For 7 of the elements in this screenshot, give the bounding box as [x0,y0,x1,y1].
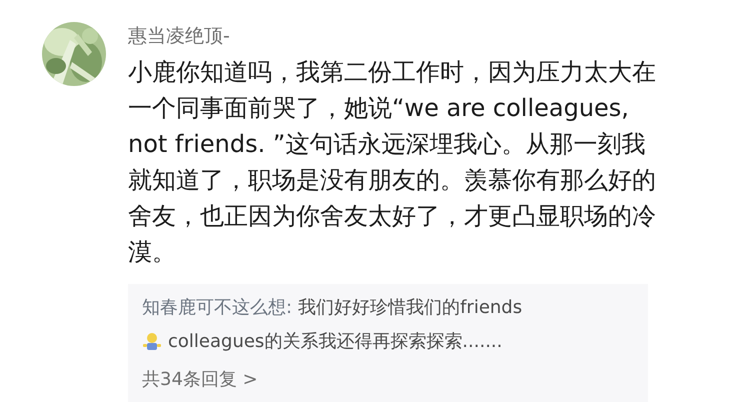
comment-author: 惠当凌绝顶- [128,24,230,48]
reply-text: colleagues的关系我还得再探索探索....... [168,330,502,354]
more-replies-link[interactable]: 共34条回复 > [142,366,258,394]
reply-text: 我们好好珍惜我们的friends [298,296,522,320]
figure-emoji-icon [142,332,162,352]
comment-text: 小鹿你知道吗，我第二份工作时，因为压力太大在一个同事面前哭了，她说“we are colleagues, not friends. ”这句话永远深埋我心。从那一刻我就知道了，职场是没有朋友的。羡慕你有那么好的舍友，也正因为你舍友太好了，才更凸显职场的冷漠。 [128,57,657,268]
reply-author[interactable]: 知春鹿可不这么想: [142,294,292,322]
